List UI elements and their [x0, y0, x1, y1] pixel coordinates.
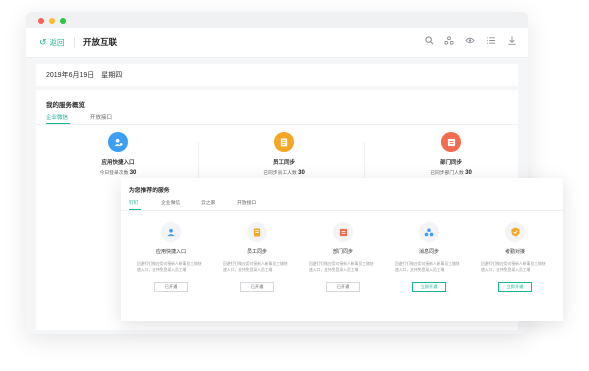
app-header: ↺ 返回 开放互联 — [26, 28, 528, 58]
stat-sub-label: 已同步员工人数 — [263, 171, 297, 176]
app-icon — [108, 132, 128, 152]
stat-label: 应用快捷入口 — [101, 160, 135, 166]
stat-dept-sync: 部门同步 已同步部门人数 30 — [391, 132, 511, 176]
date-label: 2019年6月19日 星期四 — [46, 72, 123, 79]
stat-value: 30 — [129, 170, 137, 176]
service-description: 回避钉钉微应用对接新人新事员工随快速入口，支持免登录入员工端 — [309, 262, 374, 272]
stat-employee-sync: 员工同步 已同步员工人数 30 — [224, 132, 344, 176]
tab-open-api[interactable]: 开放接口 — [90, 113, 112, 121]
tab-yunzhijia[interactable]: 云之家 — [201, 199, 215, 206]
maximize-window-button[interactable] — [60, 18, 66, 24]
service-card: 消息同步 回避钉钉微应用对接新人新事员工随快速入口，支持免登录入员工端 立即开通 — [393, 222, 465, 292]
stat-sub: 已同步部门人数 30 — [391, 169, 511, 176]
activate-button[interactable]: 立即开通 — [498, 282, 532, 292]
recommended-title: 为您推荐的服务 — [129, 188, 170, 194]
stat-sub: 今日登录次数 30 — [58, 169, 178, 176]
stat-app-entry: 应用快捷入口 今日登录次数 30 — [58, 132, 178, 176]
service-card: 部门同步 回避钉钉微应用对接新人新事员工随快速入口，支持免登录入员工端 已开通 — [307, 222, 379, 292]
service-button[interactable]: 已开通 — [240, 282, 274, 292]
header-divider — [74, 37, 75, 48]
org-icon[interactable] — [443, 36, 455, 48]
close-window-button[interactable] — [38, 18, 44, 24]
stat-sub-label: 今日登录次数 — [99, 171, 129, 176]
stat-value: 30 — [298, 170, 305, 176]
service-button[interactable]: 已开通 — [326, 282, 360, 292]
tab-wecom[interactable]: 企业微信 — [161, 199, 180, 206]
stat-label: 员工同步 — [272, 160, 295, 166]
service-description: 回避钉钉微应用对接新人新事员工随快速入口，支持免登录入员工端 — [137, 262, 202, 272]
back-arrow-icon: ↺ — [39, 37, 47, 47]
search-icon[interactable] — [423, 36, 435, 48]
stat-sub-label: 已同步部门人数 — [430, 171, 464, 176]
back-button[interactable]: ↺ 返回 — [39, 37, 65, 48]
service-card: 考勤对接 回避钉钉微应用对接新人新事员工随快速入口，支持免登录入员工端 立即开通 — [479, 222, 551, 292]
tab-divider — [36, 124, 518, 125]
activate-button[interactable]: 立即开通 — [412, 282, 446, 292]
dept-icon — [441, 132, 461, 152]
service-button[interactable]: 已开通 — [154, 282, 188, 292]
list-icon[interactable] — [485, 36, 497, 48]
service-description: 回避钉钉微应用对接新人新事员工随快速入口，支持免登录入员工端 — [481, 262, 546, 272]
back-label: 返回 — [49, 38, 65, 47]
recommended-services-panel: 为您推荐的服务 钉钉 企业微信 云之家 开放接口 应用快捷入口 回避钉钉微应用对… — [121, 178, 563, 321]
service-name: 应用快捷入口 — [155, 249, 186, 255]
service-name: 员工同步 — [246, 249, 267, 255]
person-icon — [161, 222, 181, 242]
eye-icon[interactable] — [464, 36, 476, 48]
tab-wecom[interactable]: 企业微信 — [46, 113, 68, 121]
date-bar: 2019年6月19日 星期四 — [36, 64, 518, 86]
doc-icon — [247, 222, 267, 242]
window-titlebar — [26, 12, 528, 28]
service-name: 部门同步 — [332, 249, 353, 255]
dept-icon — [333, 222, 353, 242]
service-card: 员工同步 回避钉钉微应用对接新人新事员工随快速入口，支持免登录入员工端 已开通 — [221, 222, 293, 292]
service-name: 考勤对接 — [504, 249, 525, 255]
stat-sub: 已同步员工人数 30 — [224, 169, 344, 176]
stat-value: 30 — [465, 170, 472, 176]
tab-dingtalk[interactable]: 钉钉 — [129, 199, 139, 206]
stat-label: 部门同步 — [439, 160, 462, 166]
page-title: 开放互联 — [83, 37, 118, 47]
service-description: 回避钉钉微应用对接新人新事员工随快速入口，支持免登录入员工端 — [395, 262, 460, 272]
service-card: 应用快捷入口 回避钉钉微应用对接新人新事员工随快速入口，支持免登录入员工端 已开… — [135, 222, 207, 292]
message-icon — [419, 222, 439, 242]
overview-title: 我的服务概览 — [46, 102, 85, 109]
shield-icon — [505, 222, 525, 242]
doc-icon — [274, 132, 294, 152]
minimize-window-button[interactable] — [49, 18, 55, 24]
tab-divider — [121, 210, 563, 211]
service-description: 回避钉钉微应用对接新人新事员工随快速入口，支持免登录入员工端 — [223, 262, 288, 272]
download-icon[interactable] — [506, 36, 518, 48]
service-name: 消息同步 — [418, 249, 439, 255]
tab-open-api[interactable]: 开放接口 — [237, 199, 256, 206]
